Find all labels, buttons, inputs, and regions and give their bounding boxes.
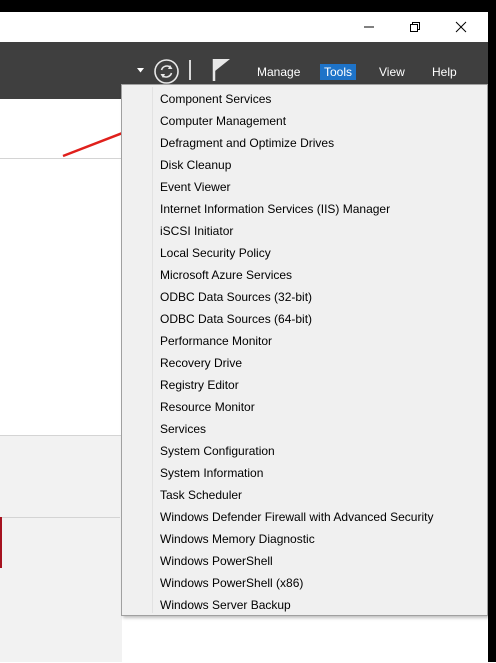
menu-item-local-security-policy[interactable]: Local Security Policy <box>122 242 487 264</box>
menu-manage[interactable]: Manage <box>253 64 304 80</box>
menu-item-performance-monitor[interactable]: Performance Monitor <box>122 330 487 352</box>
close-icon <box>455 21 467 33</box>
menu-item-services[interactable]: Services <box>122 418 487 440</box>
dropdown-arrow-icon[interactable] <box>137 68 144 73</box>
menu-item-resource-monitor[interactable]: Resource Monitor <box>122 396 487 418</box>
restore-icon <box>410 22 420 32</box>
menu-item-powershell[interactable]: Windows PowerShell <box>122 550 487 572</box>
restore-button[interactable] <box>392 12 438 42</box>
tools-menu-list: Component Services Computer Management D… <box>122 88 487 616</box>
menu-item-task-scheduler[interactable]: Task Scheduler <box>122 484 487 506</box>
screen-edge-right <box>488 12 496 662</box>
menu-item-odbc-64[interactable]: ODBC Data Sources (64-bit) <box>122 308 487 330</box>
menu-item-system-information[interactable]: System Information <box>122 462 487 484</box>
menu-item-memory-diagnostic[interactable]: Windows Memory Diagnostic <box>122 528 487 550</box>
menu-item-computer-management[interactable]: Computer Management <box>122 110 487 132</box>
menu-item-disk-cleanup[interactable]: Disk Cleanup <box>122 154 487 176</box>
menu-view[interactable]: View <box>375 64 409 80</box>
menu-item-azure-services[interactable]: Microsoft Azure Services <box>122 264 487 286</box>
toolbar-separator <box>189 60 191 80</box>
menu-item-system-configuration[interactable]: System Configuration <box>122 440 487 462</box>
menu-item-odbc-32[interactable]: ODBC Data Sources (32-bit) <box>122 286 487 308</box>
screen-edge-top <box>0 0 496 12</box>
notifications-flag-icon[interactable] <box>211 57 233 83</box>
menu-item-defender-firewall[interactable]: Windows Defender Firewall with Advanced … <box>122 506 487 528</box>
menu-item-component-services[interactable]: Component Services <box>122 88 487 110</box>
menu-item-registry-editor[interactable]: Registry Editor <box>122 374 487 396</box>
minimize-icon <box>364 26 374 28</box>
menu-item-iscsi-initiator[interactable]: iSCSI Initiator <box>122 220 487 242</box>
menu-tools[interactable]: Tools <box>320 64 357 80</box>
refresh-icon[interactable] <box>153 58 180 85</box>
menu-item-recovery-drive[interactable]: Recovery Drive <box>122 352 487 374</box>
minimize-button[interactable] <box>346 12 392 42</box>
close-button[interactable] <box>438 12 484 42</box>
menu-item-powershell-x86[interactable]: Windows PowerShell (x86) <box>122 572 487 594</box>
menu-item-iis-manager[interactable]: Internet Information Services (IIS) Mana… <box>122 198 487 220</box>
status-accent-bar <box>0 517 2 568</box>
menu-item-server-backup[interactable]: Windows Server Backup <box>122 594 487 616</box>
tools-dropdown-menu: Component Services Computer Management D… <box>121 84 488 616</box>
menu-item-defragment[interactable]: Defragment and Optimize Drives <box>122 132 487 154</box>
tile-box <box>0 517 120 663</box>
menu-help[interactable]: Help <box>428 64 461 80</box>
menu-item-event-viewer[interactable]: Event Viewer <box>122 176 487 198</box>
